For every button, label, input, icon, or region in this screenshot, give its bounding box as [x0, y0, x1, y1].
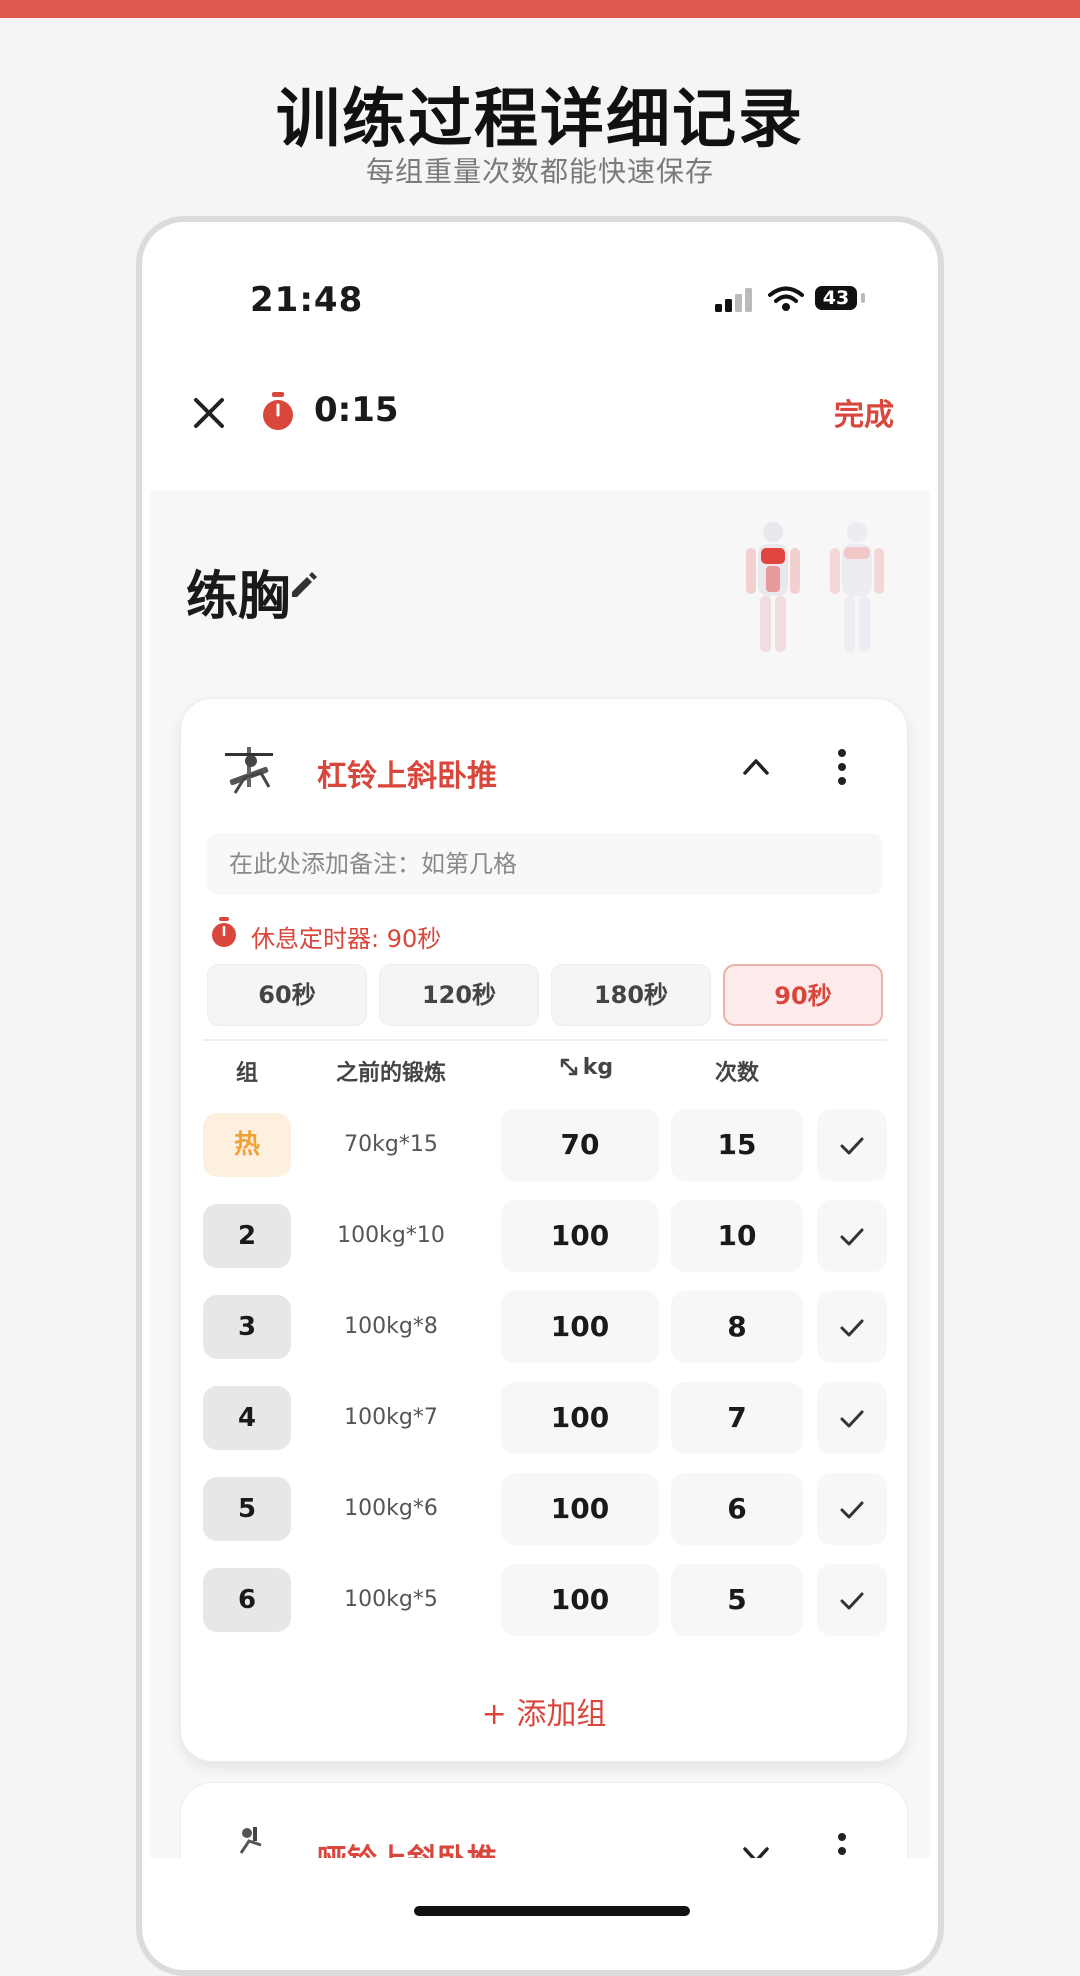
battery-cap — [861, 293, 865, 303]
promo-subline: 每组重量次数都能快速保存 — [365, 155, 714, 188]
stopwatch-icon — [263, 392, 293, 430]
rest-option-120[interactable]: 120秒 — [379, 964, 539, 1026]
chevron-up-icon[interactable] — [741, 755, 771, 777]
weight-input[interactable]: 100 — [501, 1291, 659, 1363]
previous-performance: 100kg*7 — [344, 1405, 438, 1430]
rest-option-180[interactable]: 180秒 — [551, 964, 711, 1026]
set-number[interactable]: 6 — [203, 1568, 291, 1632]
exercise-card: 杠铃上斜卧推 在此处添加备注：如第几格 休息定时器: 90秒 60秒 120秒 … — [180, 698, 908, 1762]
add-set-button[interactable]: + 添加组 — [181, 1689, 907, 1733]
pencil-icon[interactable] — [288, 570, 318, 600]
set-number[interactable]: 3 — [203, 1295, 291, 1359]
complete-set-button[interactable] — [817, 1109, 887, 1181]
more-options-icon[interactable] — [835, 747, 849, 787]
column-header-weight: kg — [541, 1055, 631, 1080]
home-indicator[interactable] — [414, 1906, 690, 1916]
weight-input[interactable]: 100 — [501, 1200, 659, 1272]
set-number-warmup[interactable]: 热 — [203, 1113, 291, 1177]
workout-title: 练胸 — [186, 567, 291, 627]
battery-icon: 43 — [815, 286, 857, 310]
status-bar: 21:48 43 — [150, 230, 930, 340]
resize-arrows-icon — [560, 1058, 578, 1076]
set-row: 5 100kg*6 100 6 — [181, 1473, 907, 1545]
set-number[interactable]: 5 — [203, 1477, 291, 1541]
complete-set-button[interactable] — [817, 1382, 887, 1454]
set-row: 3 100kg*8 100 8 — [181, 1291, 907, 1363]
set-number[interactable]: 4 — [203, 1386, 291, 1450]
reps-input[interactable]: 7 — [671, 1382, 803, 1454]
previous-performance: 70kg*15 — [344, 1132, 438, 1157]
close-icon[interactable] — [186, 390, 232, 436]
workout-navbar: 0:15 完成 — [150, 340, 930, 490]
dumbbell-press-icon — [239, 1827, 262, 1854]
column-header-previous: 之前的锻炼 — [335, 1061, 446, 1086]
set-row: 6 100kg*5 100 5 — [181, 1564, 907, 1636]
checkmark-icon — [840, 1592, 864, 1610]
column-header-weight-label: kg — [582, 1055, 614, 1080]
previous-performance: 100kg*5 — [344, 1587, 438, 1612]
app-screen: 21:48 43 0:15 完成 练胸 杠铃上斜卧推 在此处添加备注：如第几格 … — [150, 230, 930, 1970]
promo-headline: 训练过程详细记录 — [276, 83, 804, 157]
signal-icon — [715, 288, 752, 312]
reps-input[interactable]: 5 — [671, 1564, 803, 1636]
checkmark-icon — [840, 1410, 864, 1428]
previous-performance: 100kg*6 — [344, 1496, 438, 1521]
complete-set-button[interactable] — [817, 1200, 887, 1272]
finish-button[interactable]: 完成 — [834, 390, 894, 434]
divider — [203, 1039, 887, 1041]
column-header-set: 组 — [235, 1061, 258, 1086]
muscle-map-front-icon — [746, 522, 800, 652]
rest-option-60[interactable]: 60秒 — [207, 964, 367, 1026]
exercise-name[interactable]: 杠铃上斜卧推 — [317, 751, 497, 795]
complete-set-button[interactable] — [817, 1473, 887, 1545]
reps-input[interactable]: 6 — [671, 1473, 803, 1545]
checkmark-icon — [840, 1501, 864, 1519]
set-row: 2 100kg*10 100 10 — [181, 1200, 907, 1272]
complete-set-button[interactable] — [817, 1564, 887, 1636]
weight-input[interactable]: 100 — [501, 1473, 659, 1545]
reps-input[interactable]: 15 — [671, 1109, 803, 1181]
set-row: 4 100kg*7 100 7 — [181, 1382, 907, 1454]
status-time: 21:48 — [250, 280, 364, 320]
rest-option-90-selected[interactable]: 90秒 — [723, 964, 883, 1026]
top-accent-bar — [0, 0, 1080, 18]
reps-input[interactable]: 10 — [671, 1200, 803, 1272]
exercise-note-input[interactable]: 在此处添加备注：如第几格 — [207, 833, 883, 895]
checkmark-icon — [840, 1319, 864, 1337]
checkmark-icon — [840, 1137, 864, 1155]
elapsed-time: 0:15 — [314, 390, 399, 430]
reps-input[interactable]: 8 — [671, 1291, 803, 1363]
previous-performance: 100kg*10 — [337, 1223, 445, 1248]
rest-timer-label: 休息定时器: 90秒 — [251, 925, 442, 953]
muscle-map-back-icon — [830, 522, 884, 652]
column-header-reps: 次数 — [714, 1061, 759, 1086]
previous-performance: 100kg*8 — [344, 1314, 438, 1339]
rest-timer-icon — [212, 917, 236, 947]
weight-input[interactable]: 100 — [501, 1382, 659, 1454]
barbell-incline-press-icon — [225, 747, 273, 794]
wifi-icon — [768, 286, 804, 311]
set-row: 热 70kg*15 70 15 — [181, 1109, 907, 1181]
complete-set-button[interactable] — [817, 1291, 887, 1363]
checkmark-icon — [840, 1228, 864, 1246]
phone-frame: 21:48 43 0:15 完成 练胸 杠铃上斜卧推 在此处添加备注：如第几格 … — [136, 216, 944, 1976]
weight-input[interactable]: 100 — [501, 1564, 659, 1636]
set-number[interactable]: 2 — [203, 1204, 291, 1268]
weight-input[interactable]: 70 — [501, 1109, 659, 1181]
